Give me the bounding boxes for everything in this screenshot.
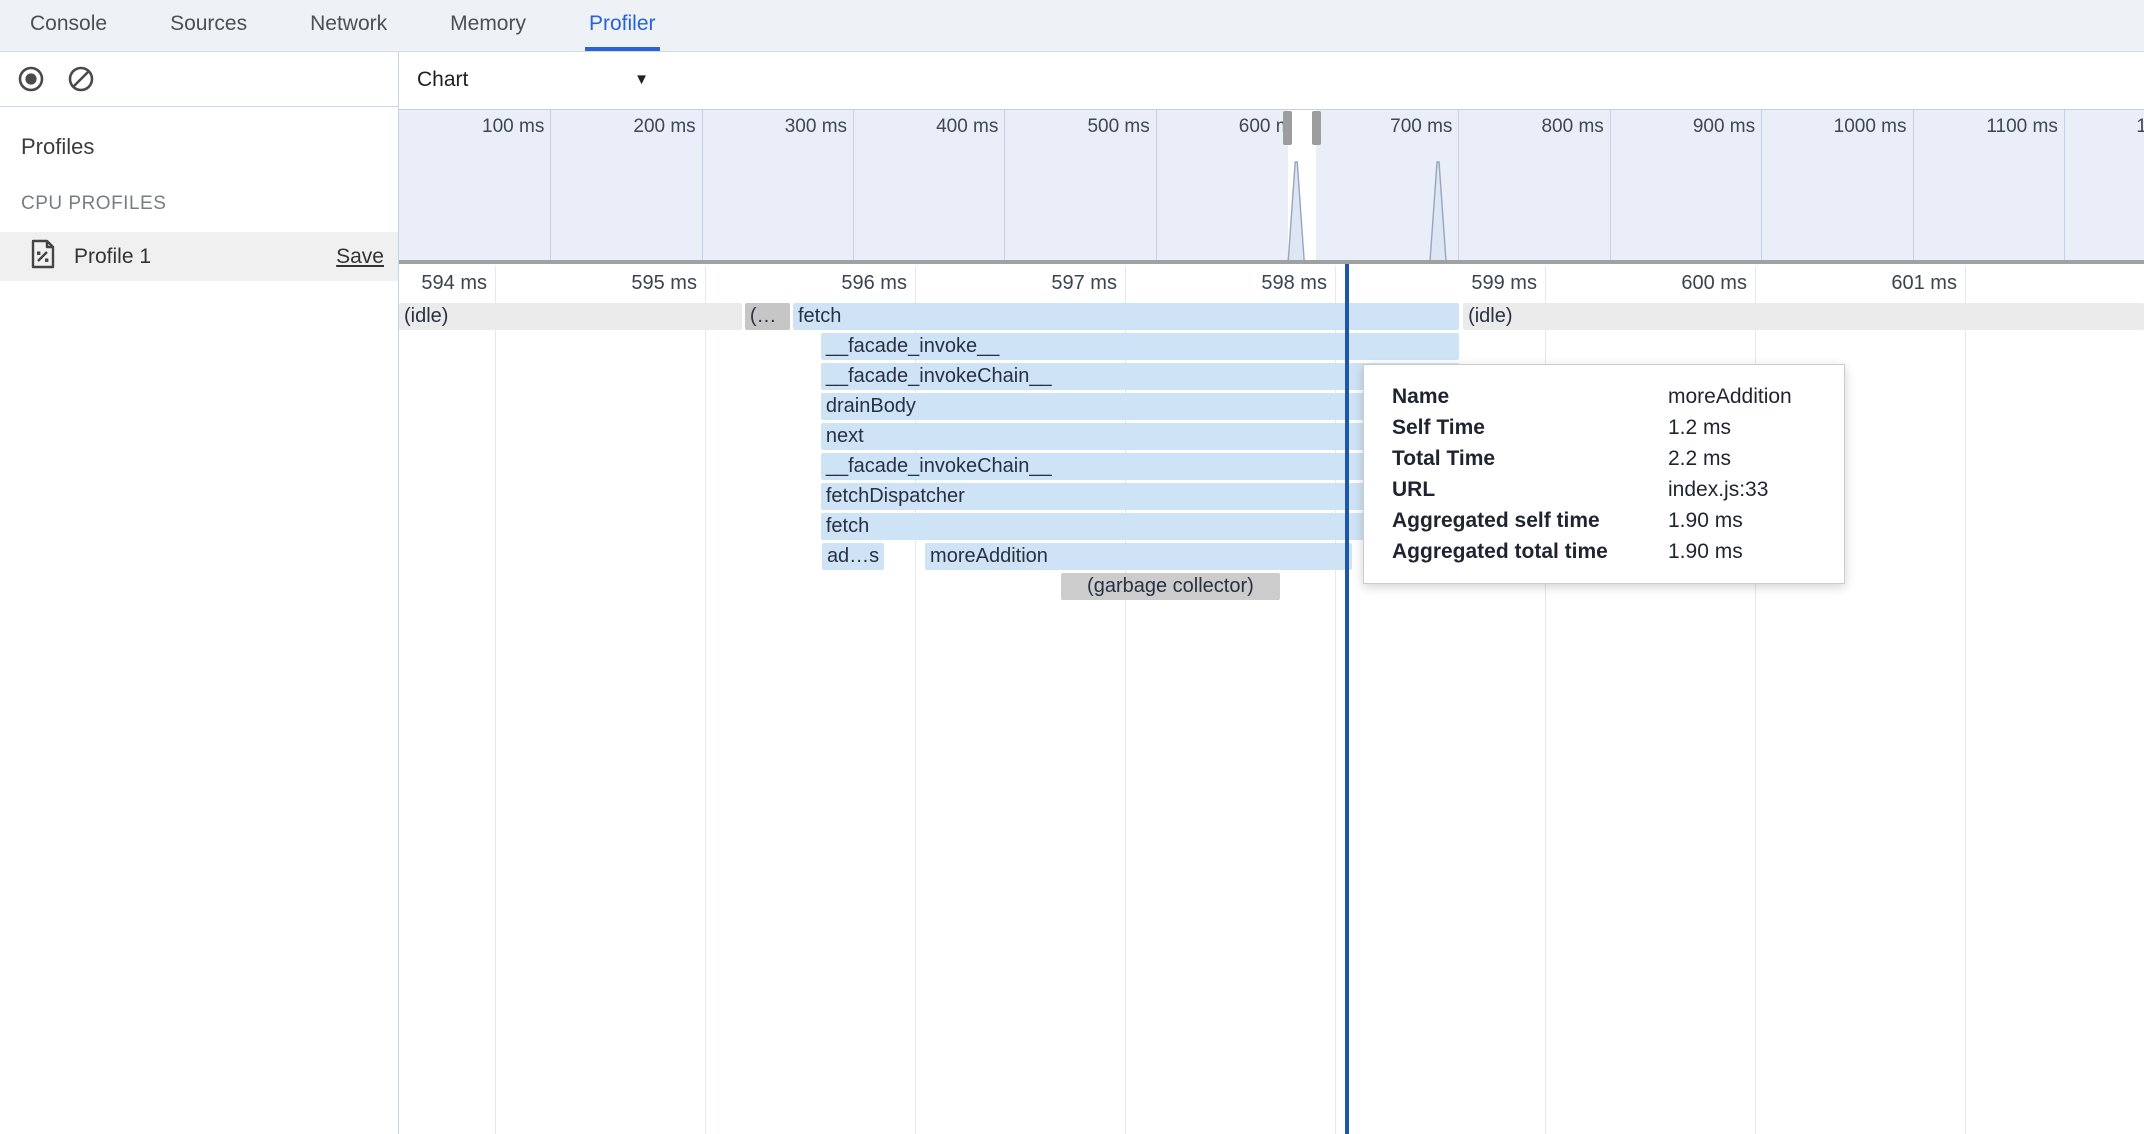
tooltip-row-value: 1.2 ms: [1668, 412, 1816, 443]
clear-icon[interactable]: [64, 62, 98, 96]
flame-tick-label: 595 ms: [577, 272, 697, 295]
timeline-overview[interactable]: 100 ms200 ms300 ms400 ms500 ms600 ms700 …: [399, 109, 2144, 260]
flame-tick-label: 601 ms: [1837, 272, 1957, 295]
flame-bar-moreaddition[interactable]: moreAddition: [925, 543, 1352, 570]
view-mode-select[interactable]: Chart ▼: [417, 68, 649, 92]
profiles-sidebar: Profiles CPU PROFILES Profile 1 Save: [0, 52, 399, 1134]
flame-bar-garbage-collector[interactable]: (garbage collector): [1061, 573, 1280, 600]
record-icon[interactable]: [14, 62, 48, 96]
flame-gridline: [495, 266, 496, 1134]
flame-bar-facade-invoke[interactable]: __facade_invoke__: [821, 333, 1459, 360]
current-time-marker: [1345, 264, 1349, 1134]
chevron-down-icon: ▼: [634, 71, 649, 88]
chart-toolbar: Chart ▼: [399, 52, 2144, 107]
tab-sources[interactable]: Sources: [166, 0, 251, 51]
tooltip-row-label: Name: [1392, 381, 1668, 412]
profiler-chart-panel: Chart ▼ 100 ms200 ms300 ms400 ms500 ms60…: [399, 52, 2144, 1134]
profile-document-icon: [30, 239, 56, 274]
flame-tick-label: 598 ms: [1207, 272, 1327, 295]
profile-list-item[interactable]: Profile 1 Save: [0, 232, 398, 281]
flame-tick-label: 597 ms: [997, 272, 1117, 295]
profile-name: Profile 1: [74, 245, 151, 269]
flame-tick-label: 600 ms: [1627, 272, 1747, 295]
devtools-tab-bar: Console Sources Network Memory Profiler: [0, 0, 2144, 52]
save-profile-link[interactable]: Save: [336, 245, 384, 269]
tooltip-row-label: URL: [1392, 474, 1668, 505]
flame-bar-fetch[interactable]: fetch: [793, 303, 1459, 330]
tooltip-row-label: Total Time: [1392, 443, 1668, 474]
tooltip-row-label: Self Time: [1392, 412, 1668, 443]
tooltip-row-value: 1.90 ms: [1668, 536, 1816, 567]
view-mode-value: Chart: [417, 68, 468, 92]
flame-tick-label: 594 ms: [399, 272, 487, 295]
tab-console[interactable]: Console: [26, 0, 111, 51]
flame-bar-idle[interactable]: (idle): [399, 303, 742, 330]
tooltip-row-value: 1.90 ms: [1668, 505, 1816, 536]
tooltip-row-value: index.js:33: [1668, 474, 1816, 505]
flame-gridline: [1965, 266, 1966, 1134]
flame-bar-[interactable]: (…: [745, 303, 790, 330]
flame-chart[interactable]: 594 ms 595 ms 596 ms 597 ms 598 ms 599 ms 600 …: [399, 264, 2144, 1134]
flame-gridline: [705, 266, 706, 1134]
flame-tick-label: 599 ms: [1417, 272, 1537, 295]
tab-network[interactable]: Network: [306, 0, 391, 51]
flame-bar-ad-s[interactable]: ad…s: [822, 543, 884, 570]
tooltip-row-label: Aggregated self time: [1392, 505, 1668, 536]
tooltip-row-value: moreAddition: [1668, 381, 1816, 412]
cpu-activity-spikes: [399, 110, 2144, 260]
flame-bar-idle[interactable]: (idle): [1463, 303, 2144, 330]
profiles-toolbar: [0, 52, 398, 107]
flame-tick-label: 596 ms: [787, 272, 907, 295]
cpu-profiles-section-heading: CPU PROFILES: [21, 193, 166, 215]
tooltip-row-label: Aggregated total time: [1392, 536, 1668, 567]
tooltip-row-value: 2.2 ms: [1668, 443, 1816, 474]
tab-memory[interactable]: Memory: [446, 0, 530, 51]
profiles-heading: Profiles: [21, 134, 94, 160]
tab-profiler[interactable]: Profiler: [585, 0, 660, 51]
frame-tooltip: NamemoreAdditionSelf Time1.2 msTotal Tim…: [1363, 364, 1845, 584]
